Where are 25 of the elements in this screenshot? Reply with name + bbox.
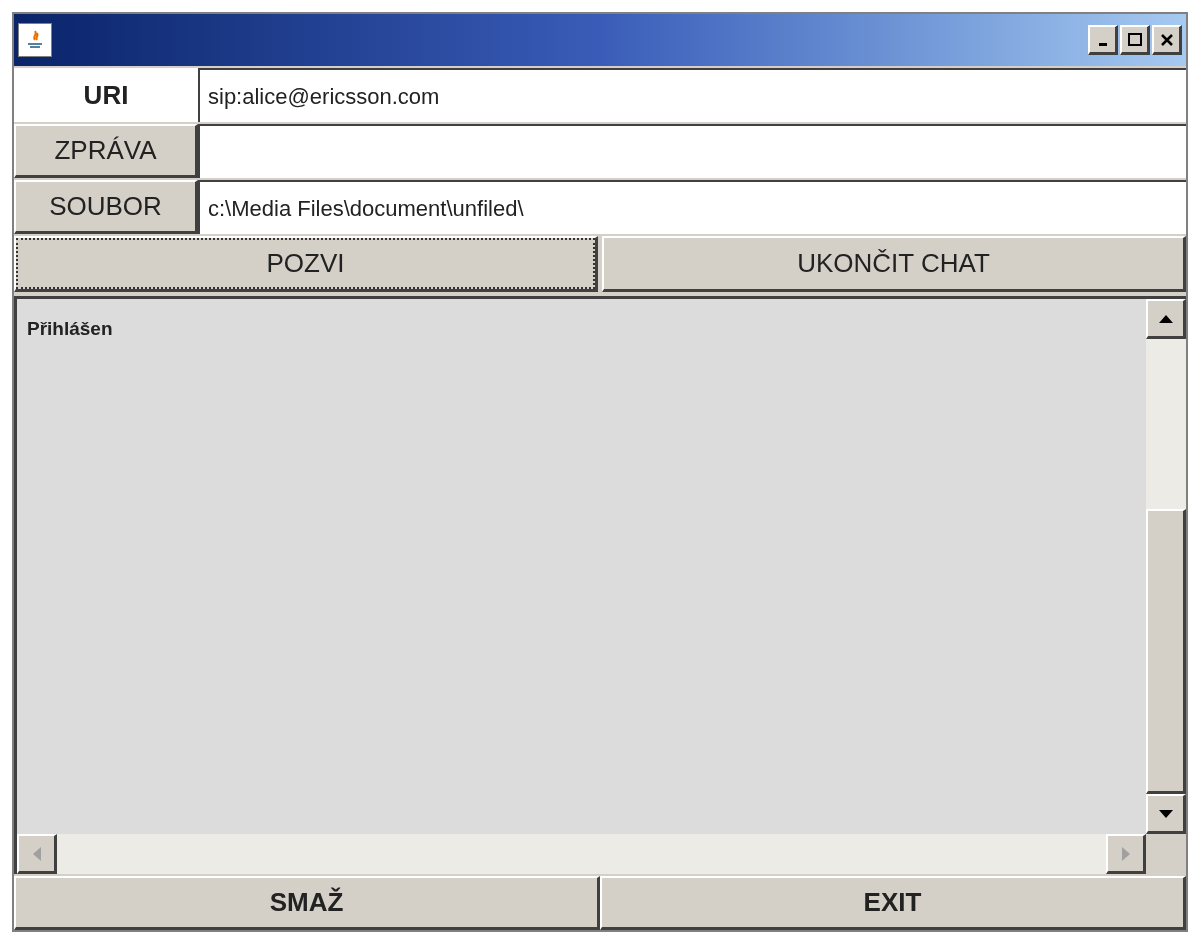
up-arrow-icon <box>1158 314 1173 323</box>
scroll-thumb[interactable] <box>1146 509 1186 794</box>
horizontal-scrollbar[interactable] <box>17 834 1146 874</box>
vertical-scrollbar[interactable] <box>1146 299 1186 834</box>
close-button[interactable] <box>1152 25 1182 55</box>
action-button[interactable]: UKONČIT CHAT <box>602 236 1186 292</box>
text-field[interactable]: sip:alice@ericsson.com <box>198 68 1186 122</box>
log-text: Přihlášen <box>27 318 113 339</box>
left-arrow-icon <box>32 846 41 861</box>
bottom-button[interactable]: EXIT <box>600 876 1186 930</box>
right-arrow-icon <box>1121 846 1130 861</box>
close-icon <box>1160 33 1173 46</box>
field-button[interactable]: ZPRÁVA <box>14 124 198 178</box>
minimize-icon <box>1098 43 1107 46</box>
field-button[interactable]: SOUBOR <box>14 180 198 234</box>
text-field[interactable]: c:\Media Files\document\unfiled\ <box>198 180 1186 234</box>
bottom-button[interactable]: SMAŽ <box>14 876 600 930</box>
app-icon <box>18 23 52 57</box>
minimize-button[interactable] <box>1088 25 1118 55</box>
down-arrow-icon <box>1158 809 1173 818</box>
action-button[interactable]: POZVI <box>14 236 598 292</box>
maximize-icon <box>1127 33 1142 46</box>
text-field[interactable] <box>198 124 1186 178</box>
maximize-button[interactable] <box>1120 25 1150 55</box>
field-label: URI <box>14 68 198 122</box>
